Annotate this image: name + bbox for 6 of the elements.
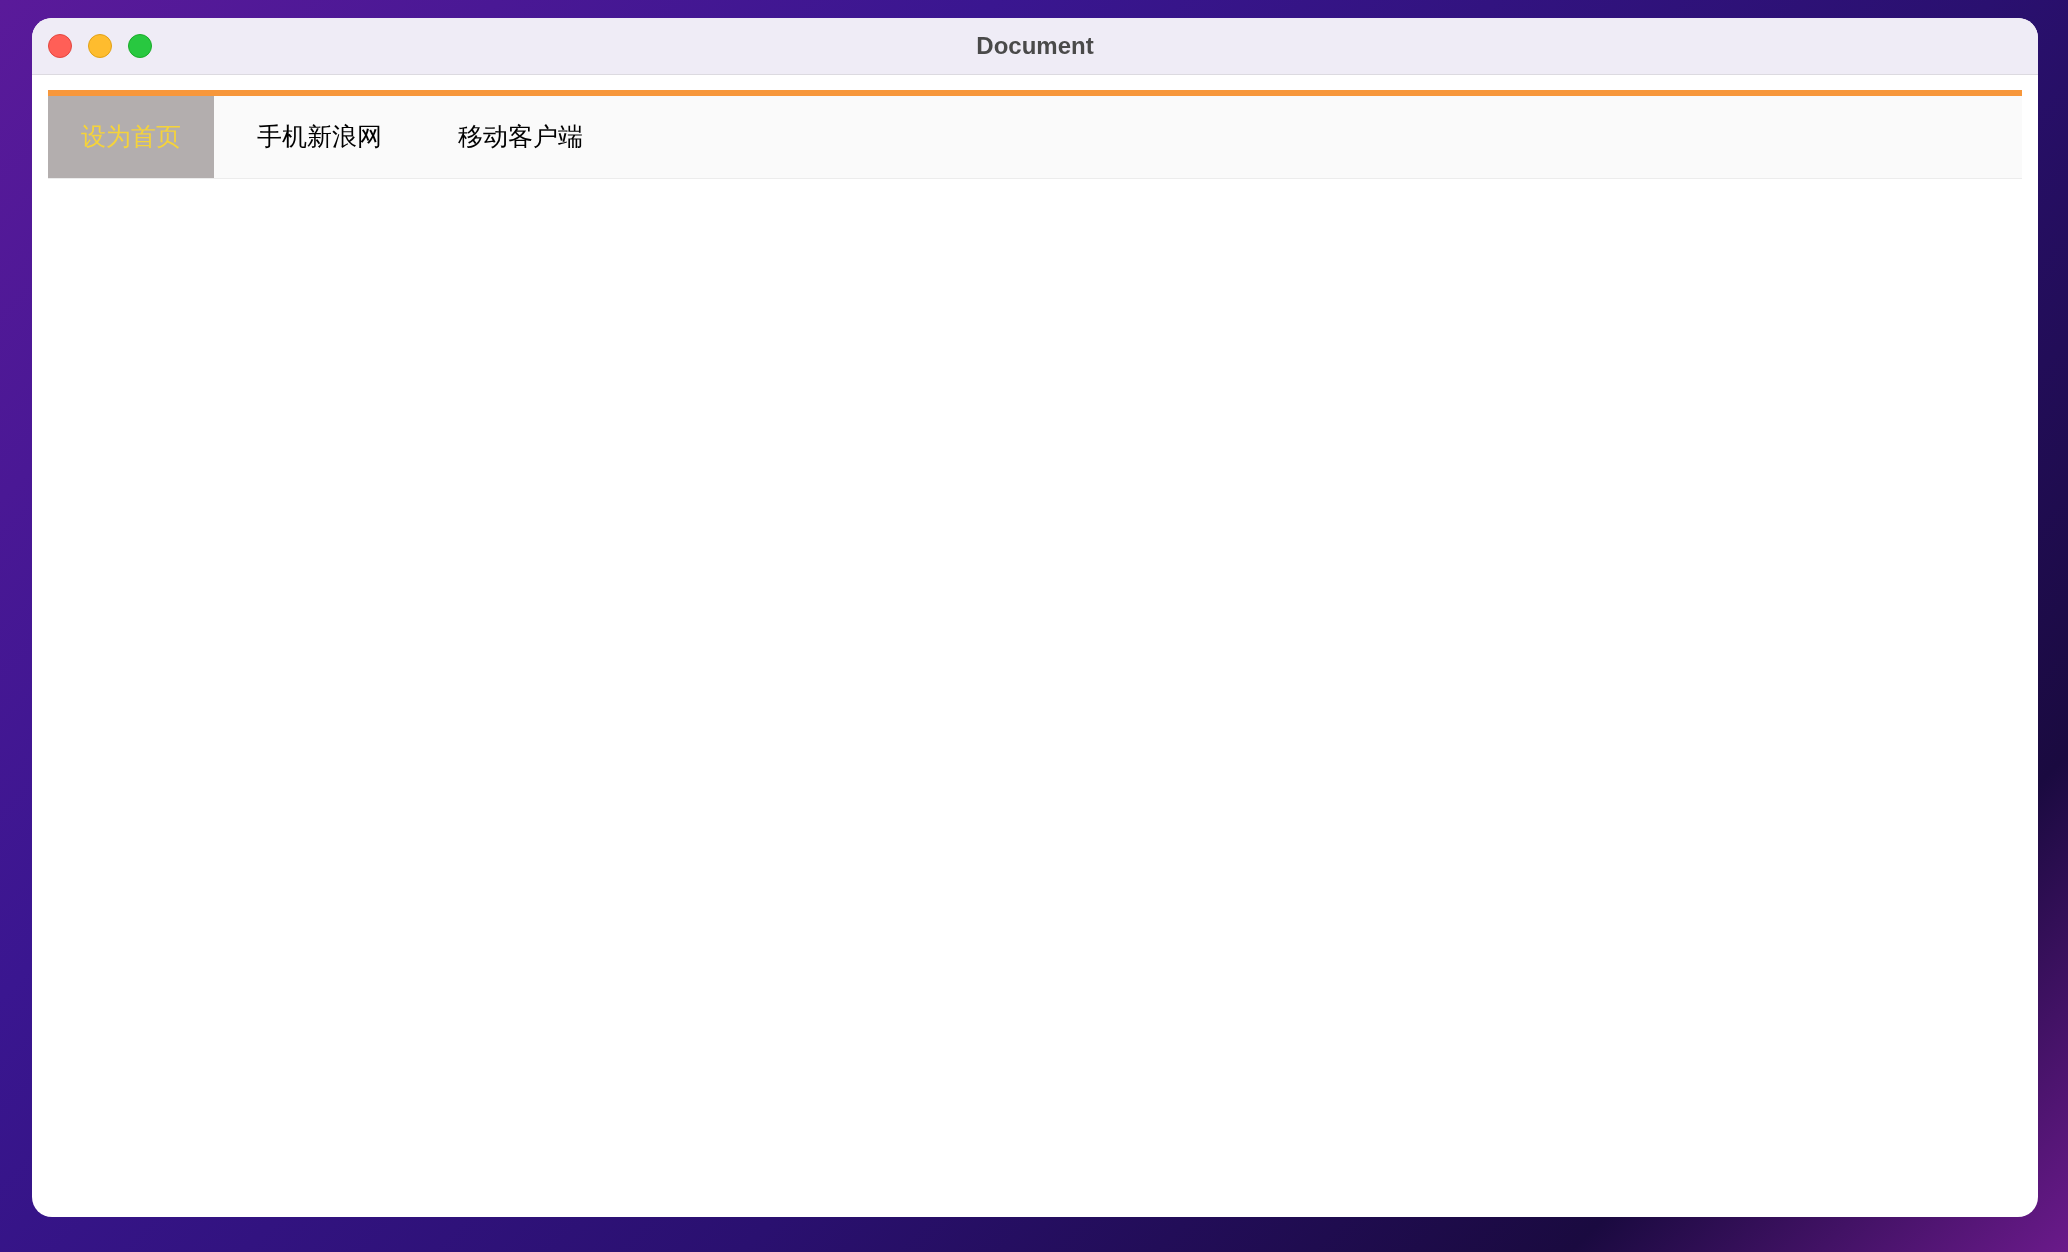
zoom-button[interactable] — [128, 34, 152, 58]
window-title: Document — [976, 31, 1094, 61]
close-button[interactable] — [48, 34, 72, 58]
nav-link[interactable]: 移动客户端 — [425, 96, 616, 178]
nav-link[interactable]: 手机新浪网 — [224, 96, 415, 178]
minimize-button[interactable] — [88, 34, 112, 58]
